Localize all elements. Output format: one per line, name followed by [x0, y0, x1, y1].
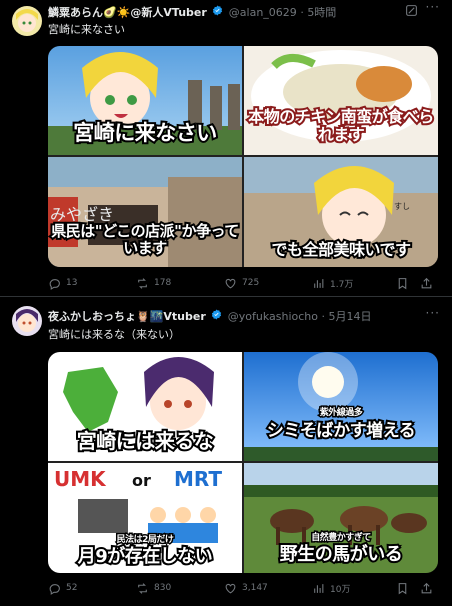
- retweet-icon: [138, 277, 147, 289]
- tweet-time[interactable]: 5時間: [307, 6, 336, 19]
- reply-count: 52: [66, 583, 78, 593]
- verified-badge-icon: [211, 308, 222, 326]
- media-image-3[interactable]: UMK or MRT 民法は2局だけ 月9が存在しない: [48, 463, 242, 573]
- share-button[interactable]: [420, 274, 433, 292]
- media-image-4[interactable]: 自然豊かすぎて 野生の馬がいる: [244, 463, 438, 573]
- bookmark-button[interactable]: [396, 274, 409, 292]
- avatar[interactable]: [12, 306, 42, 336]
- caption-2: シミそばかす増える: [265, 419, 418, 442]
- media-grid[interactable]: 宮崎に来なさい 本物のチキン南蛮が食べられます みやざき 県民は"どこの店派"か…: [48, 46, 438, 267]
- sun-sky-scene: [244, 352, 438, 461]
- view-count: 10万: [330, 584, 351, 595]
- retweet-button[interactable]: 178: [136, 274, 171, 292]
- author-name[interactable]: 鱗粟あらん🥑☀️@新人VTuber: [48, 6, 207, 19]
- heart-icon: [225, 583, 236, 593]
- tweet-header: 夜ふかしおっちょ🦉🌃Vtuber @yofukashiocho · 5月14日: [48, 308, 442, 326]
- reply-icon: [49, 583, 60, 595]
- mrt-label: MRT: [174, 467, 223, 491]
- like-button[interactable]: 725: [224, 274, 259, 292]
- reply-count: 13: [66, 278, 78, 288]
- dot-separator: ·: [321, 310, 326, 323]
- reply-icon: [49, 278, 60, 290]
- tweet-1[interactable]: 鱗粟あらん🥑☀️@新人VTuber @alan_0629 · 5時間 ··· 宮…: [0, 0, 452, 296]
- caption-3: 県民は"どこの店派"か争っています: [49, 221, 241, 259]
- retweet-count: 178: [154, 278, 172, 288]
- bookmark-icon: [398, 277, 407, 289]
- media-grid[interactable]: 宮崎には来るな 紫外線過多 シミそばかす増える UMK or MRT 民法は2局…: [48, 352, 438, 573]
- caption-1: 宮崎には来るな: [75, 428, 216, 455]
- caption-3: 月9が存在しない: [76, 544, 215, 568]
- avatar[interactable]: [12, 6, 42, 36]
- views-icon: [314, 278, 324, 288]
- author-handle[interactable]: @alan_0629: [229, 6, 297, 19]
- retweet-button[interactable]: 830: [136, 579, 171, 597]
- dot-separator: ·: [300, 6, 304, 19]
- more-options-icon[interactable]: ···: [426, 306, 440, 320]
- media-image-3[interactable]: みやざき 県民は"どこの店派"か争っています: [48, 157, 242, 267]
- small-caption-3: 民法は2局だけ: [115, 533, 175, 546]
- reply-button[interactable]: 13: [48, 274, 77, 292]
- caption-2: 本物のチキン南蛮が食べられます: [246, 105, 436, 146]
- bookmark-icon: [398, 582, 407, 594]
- bookmark-button[interactable]: [396, 579, 409, 597]
- tweet-text: 宮崎に来なさい: [48, 23, 125, 36]
- or-label: or: [132, 471, 151, 490]
- retweet-count: 830: [154, 583, 172, 593]
- view-count: 1.7万: [330, 279, 354, 290]
- share-icon: [421, 582, 432, 593]
- caption-4: でも全部美味いです: [269, 238, 413, 261]
- action-bar: 13 178 725 1.7万: [48, 274, 438, 292]
- like-count: 3,147: [242, 583, 268, 593]
- shop-sign-text: すし: [394, 202, 410, 211]
- tweet-time[interactable]: 5月14日: [329, 310, 372, 323]
- reply-button[interactable]: 52: [48, 579, 77, 597]
- author-handle[interactable]: @yofukashiocho: [228, 310, 318, 323]
- retweet-icon: [138, 582, 147, 594]
- grok-icon[interactable]: [405, 2, 418, 21]
- views-button[interactable]: 10万: [312, 579, 350, 597]
- small-caption-2: 紫外線過多: [318, 406, 364, 419]
- share-button[interactable]: [420, 579, 433, 597]
- tweet-text: 宮崎には来るな（来ない）: [48, 328, 180, 341]
- share-icon: [421, 277, 432, 288]
- umk-label: UMK: [54, 467, 106, 491]
- caption-1: 宮崎に来なさい: [71, 119, 219, 147]
- like-count: 725: [242, 278, 260, 288]
- media-image-1[interactable]: 宮崎には来るな: [48, 352, 242, 461]
- heart-icon: [225, 278, 236, 288]
- tweet-2[interactable]: 夜ふかしおっちょ🦉🌃Vtuber @yofukashiocho · 5月14日 …: [0, 300, 452, 606]
- tweet-separator: [0, 296, 452, 297]
- tweet-header: 鱗粟あらん🥑☀️@新人VTuber @alan_0629 · 5時間: [48, 4, 442, 22]
- views-button[interactable]: 1.7万: [312, 274, 353, 292]
- verified-badge-icon: [212, 4, 223, 22]
- media-image-4[interactable]: すし でも全部美味いです: [244, 157, 438, 267]
- more-options-icon[interactable]: ···: [426, 0, 440, 14]
- media-image-1[interactable]: 宮崎に来なさい: [48, 46, 242, 155]
- small-caption-4: 自然豊かすぎて: [310, 531, 373, 544]
- action-bar: 52 830 3,147 10万: [48, 579, 438, 597]
- views-icon: [314, 583, 324, 593]
- caption-4: 野生の馬がいる: [278, 542, 405, 566]
- author-name[interactable]: 夜ふかしおっちょ🦉🌃Vtuber: [48, 310, 206, 323]
- like-button[interactable]: 3,147: [224, 579, 268, 597]
- media-image-2[interactable]: 本物のチキン南蛮が食べられます: [244, 46, 438, 155]
- media-image-2[interactable]: 紫外線過多 シミそばかす増える: [244, 352, 438, 461]
